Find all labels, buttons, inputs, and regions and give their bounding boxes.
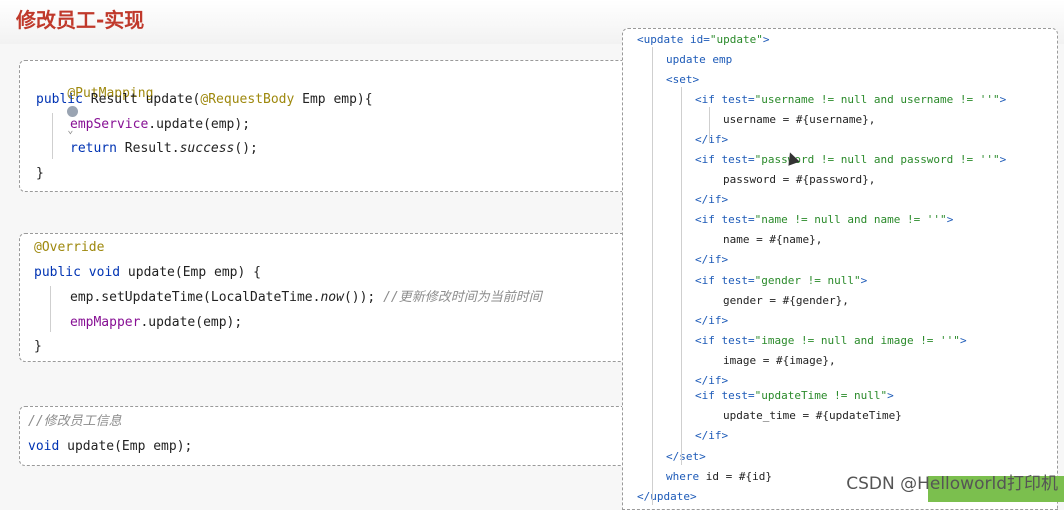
code-line: empService.update(emp); (70, 117, 251, 132)
xml-code-line: </if> (695, 133, 728, 147)
xml-token: <if (695, 153, 722, 166)
xml-code-line: update emp (666, 53, 732, 67)
xml-token: </if> (695, 193, 729, 206)
xml-code-line: </set> (666, 450, 706, 464)
xml-code-line: name = #{name}, (723, 233, 822, 247)
xml-token: > (999, 93, 1007, 106)
indent-guide (681, 87, 682, 465)
indent-guide (652, 47, 653, 505)
xml-token: test= (721, 389, 755, 402)
override-annotation: @Override (34, 240, 105, 255)
xml-token: test= (721, 153, 755, 166)
xml-token: </if> (695, 133, 729, 146)
xml-token: name = #{name}, (723, 233, 823, 246)
code-line: //修改员工信息 (28, 413, 122, 431)
code-comment: //修改员工信息 (28, 414, 122, 429)
xml-token: id = #{id} (705, 470, 772, 483)
xml-code-line: <update id="update"> (637, 33, 769, 47)
xml-token: "updateTime != null" (754, 389, 888, 402)
xml-code-line: username = #{username}, (723, 113, 875, 127)
xml-code-line: <if test="password != null and password … (695, 153, 1006, 167)
xml-code-line: <if test="name != null and name != ''"> (695, 213, 953, 227)
xml-token: test= (721, 334, 755, 347)
xml-token: "username != null and username != ''" (754, 93, 1000, 106)
xml-token: <update (637, 33, 690, 46)
xml-token: test= (721, 93, 755, 106)
xml-token: gender = #{gender}, (723, 294, 849, 307)
xml-code-line: </if> (695, 374, 728, 388)
xml-token: > (959, 334, 967, 347)
xml-token: <if (695, 213, 722, 226)
xml-code-line: password = #{password}, (723, 173, 875, 187)
indent-guide (709, 107, 710, 143)
xml-token: </if> (695, 374, 729, 387)
xml-token: > (860, 274, 868, 287)
code-line: } (36, 166, 44, 181)
xml-token: > (999, 153, 1007, 166)
xml-token: <if (695, 389, 722, 402)
xml-token: test= (721, 274, 755, 287)
xml-code-line: </if> (695, 429, 728, 443)
xml-token: test= (721, 213, 755, 226)
xml-code-line: where id = #{id} (666, 470, 772, 484)
code-line: empMapper.update(emp); (70, 315, 243, 330)
xml-token: > (946, 213, 954, 226)
xml-token: "name != null and name != ''" (754, 213, 947, 226)
xml-token: image = #{image}, (723, 354, 836, 367)
xml-code-line: <if test="username != null and username … (695, 93, 1006, 107)
xml-token: </if> (695, 429, 729, 442)
xml-code-line: gender = #{gender}, (723, 294, 849, 308)
xml-code-line: <set> (666, 73, 699, 87)
controller-code-box: @PutMapping ⌄ public Result update(@Requ… (19, 60, 641, 192)
mapper-xml-code-box: <update id="update"> update emp <set> <if t… (622, 28, 1058, 510)
code-line: public Result update(@RequestBody Emp em… (36, 92, 373, 107)
slide-title: 修改员工-实现 (16, 8, 145, 32)
code-line: void update(Emp emp); (28, 439, 193, 454)
xml-token: "update" (709, 33, 763, 46)
xml-code-line: </if> (695, 314, 728, 328)
code-line: } (34, 339, 42, 354)
xml-token: password = #{password}, (723, 173, 876, 186)
xml-token: <if (695, 93, 722, 106)
xml-token: username = #{username}, (723, 113, 876, 126)
xml-token: update emp (666, 53, 733, 66)
xml-token: </update> (637, 490, 697, 503)
code-line: return Result.success(); (70, 141, 258, 156)
xml-token: > (887, 389, 894, 402)
xml-token: <if (695, 334, 722, 347)
xml-token: > (762, 33, 770, 46)
indent-guide (50, 286, 51, 332)
xml-token: </set> (666, 450, 706, 463)
xml-token: <set> (666, 73, 700, 86)
xml-token: "gender != null" (754, 274, 861, 287)
code-line: @Override (34, 239, 104, 257)
xml-code-line: image = #{image}, (723, 354, 836, 368)
xml-code-line: </if> (695, 193, 728, 207)
xml-code-line: <if test="gender != null"> (695, 274, 867, 288)
code-comment: //更新修改时间为当前时间 (383, 290, 542, 305)
indent-guide (52, 113, 53, 159)
xml-token: <if (695, 274, 722, 287)
xml-token: </if> (695, 314, 729, 327)
code-line: public void update(Emp emp) { (34, 265, 261, 280)
xml-token: where (666, 470, 706, 483)
xml-token: "image != null and image != ''" (754, 334, 960, 347)
code-line: emp.setUpdateTime(LocalDateTime.now()); … (70, 290, 542, 305)
xml-code-line: <if test="image != null and image != ''"… (695, 334, 967, 348)
xml-token: </if> (695, 253, 729, 266)
xml-token: update_time = #{updateTime} (723, 409, 902, 422)
xml-token: id= (689, 33, 710, 46)
mapper-code-box: //修改员工信息 void update(Emp emp); (19, 406, 641, 466)
xml-code-line: </if> (695, 253, 728, 267)
xml-code-line: <if test="updateTime != null"> (695, 389, 894, 403)
service-impl-code-box: @Override public void update(Emp emp) { … (19, 233, 641, 362)
xml-code-line: update_time = #{updateTime} (723, 409, 902, 423)
csdn-watermark: CSDN @Helloworld打印机 (846, 474, 1058, 494)
